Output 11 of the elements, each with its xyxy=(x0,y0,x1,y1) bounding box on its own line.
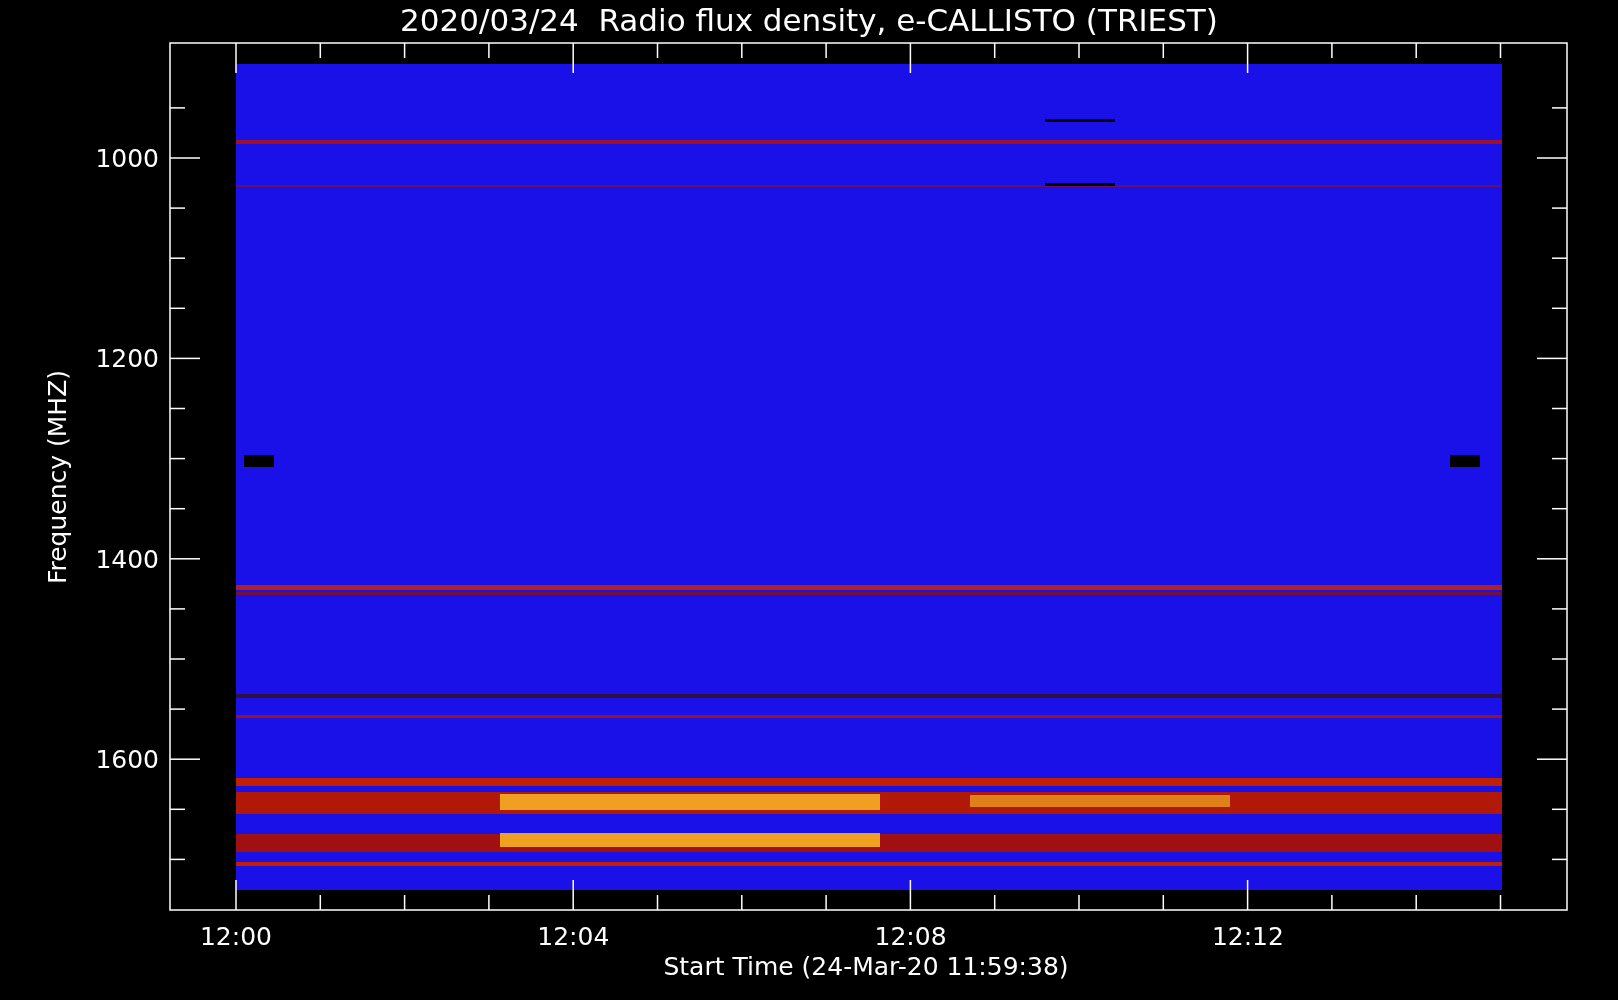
x-tick-label: 12:04 xyxy=(537,922,610,951)
y-axis-label: Frequency (MHZ) xyxy=(43,369,72,585)
x-tick-label: 12:12 xyxy=(1211,922,1284,951)
y-tick-label: 1600 xyxy=(95,744,159,774)
chart-title: 2020/03/24 Radio flux density, e-CALLISTO (TRIEST) xyxy=(400,2,1218,38)
x-tick-label: 12:08 xyxy=(874,922,947,951)
y-tick-label: 1400 xyxy=(95,544,159,574)
y-tick-label: 1000 xyxy=(95,144,159,173)
x-axis-label: Start Time (24-Mar-20 11:59:38) xyxy=(663,952,1069,981)
y-tick-label: 1200 xyxy=(95,344,159,374)
x-tick-label: 12:00 xyxy=(200,922,272,951)
